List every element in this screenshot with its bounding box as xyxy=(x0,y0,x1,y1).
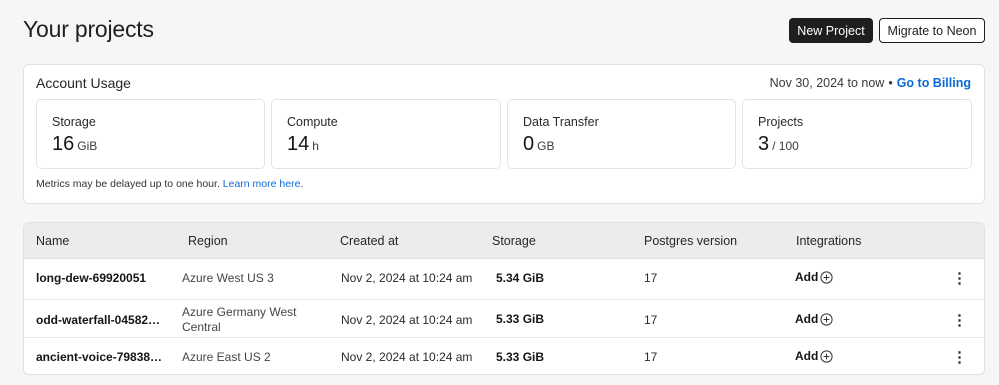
project-name-link[interactable]: odd-waterfall-04582… xyxy=(36,313,166,327)
metric-number: 16 xyxy=(52,133,75,155)
add-integration-label: Add xyxy=(795,312,819,326)
metric-number: 14 xyxy=(287,133,310,155)
new-project-button[interactable]: New Project xyxy=(789,18,873,43)
plus-circle-icon xyxy=(820,270,833,284)
add-integration-label: Add xyxy=(795,270,819,284)
project-storage: 5.34 GiB xyxy=(496,271,545,285)
metric-value: 3/ 100 xyxy=(758,133,799,156)
project-created-at: Nov 2, 2024 at 10:24 am xyxy=(341,350,473,364)
go-to-billing-link[interactable]: Go to Billing xyxy=(897,76,971,90)
metric-value: 14 h xyxy=(287,133,319,156)
column-header-storage[interactable]: Storage xyxy=(492,234,536,248)
metric-label: Storage xyxy=(52,115,96,129)
column-header-integrations[interactable]: Integrations xyxy=(796,234,861,248)
metric-unit: GB xyxy=(537,139,555,153)
metric-unit: GiB xyxy=(77,139,98,153)
metric-storage: Storage 16 GiB xyxy=(36,99,265,169)
usage-range-text: Nov 30, 2024 to now xyxy=(769,76,885,90)
metric-number: 3 xyxy=(758,133,770,155)
project-name-link[interactable]: long-dew-69920051 xyxy=(36,271,166,285)
add-integration-button[interactable]: Add xyxy=(795,349,833,363)
metric-label: Projects xyxy=(758,115,804,129)
project-created-at: Nov 2, 2024 at 10:24 am xyxy=(341,271,473,285)
metric-value: 0 GB xyxy=(523,133,554,156)
account-usage-title: Account Usage xyxy=(36,75,131,91)
add-integration-label: Add xyxy=(795,349,819,363)
metrics-delay-note: Metrics may be delayed up to one hour. L… xyxy=(36,178,303,190)
metric-projects: Projects 3/ 100 xyxy=(742,99,972,169)
plus-circle-icon xyxy=(820,312,833,326)
metric-unit: h xyxy=(312,139,319,153)
more-options-icon[interactable]: ⋮ xyxy=(952,348,967,366)
learn-more-link[interactable]: Learn more here. xyxy=(223,178,304,190)
table-header: Name Region Created at Storage Postgres … xyxy=(24,223,984,259)
project-created-at: Nov 2, 2024 at 10:24 am xyxy=(341,313,473,327)
metric-compute: Compute 14 h xyxy=(271,99,501,169)
column-header-name[interactable]: Name xyxy=(36,234,69,248)
table-row[interactable]: odd-waterfall-04582… Azure Germany West … xyxy=(24,299,984,339)
project-region: Azure East US 2 xyxy=(182,350,271,364)
add-integration-button[interactable]: Add xyxy=(795,312,833,326)
project-storage: 5.33 GiB xyxy=(496,312,545,326)
project-postgres-version: 17 xyxy=(644,271,658,285)
column-header-region[interactable]: Region xyxy=(188,234,228,248)
table-row[interactable]: ancient-voice-79838… Azure East US 2 Nov… xyxy=(24,337,984,374)
more-options-icon[interactable]: ⋮ xyxy=(952,269,967,287)
metric-number: 0 xyxy=(523,133,535,155)
project-region: Azure West US 3 xyxy=(182,271,274,285)
more-options-icon[interactable]: ⋮ xyxy=(952,311,967,329)
metric-value: 16 GiB xyxy=(52,133,97,156)
metric-unit: / 100 xyxy=(772,139,799,153)
table-row[interactable]: long-dew-69920051 Azure West US 3 Nov 2,… xyxy=(24,259,984,299)
project-postgres-version: 17 xyxy=(644,350,658,364)
metric-data-transfer: Data Transfer 0 GB xyxy=(507,99,736,169)
column-header-postgres-version[interactable]: Postgres version xyxy=(644,234,737,248)
metrics-note-text: Metrics may be delayed up to one hour. xyxy=(36,178,220,190)
account-usage-card: Account Usage Nov 30, 2024 to now • Go to … xyxy=(23,64,985,204)
metric-label: Compute xyxy=(287,115,338,129)
migrate-to-neon-button[interactable]: Migrate to Neon xyxy=(879,18,985,43)
project-postgres-version: 17 xyxy=(644,313,658,327)
bullet-separator: • xyxy=(888,76,893,90)
metric-label: Data Transfer xyxy=(523,115,599,129)
project-storage: 5.33 GiB xyxy=(496,350,545,364)
column-header-created-at[interactable]: Created at xyxy=(340,234,398,248)
page-title: Your projects xyxy=(23,16,154,42)
usage-date-range: Nov 30, 2024 to now • Go to Billing xyxy=(770,76,971,90)
projects-table: Name Region Created at Storage Postgres … xyxy=(23,222,985,375)
plus-circle-icon xyxy=(820,349,833,363)
project-region: Azure Germany West Central xyxy=(182,305,297,334)
add-integration-button[interactable]: Add xyxy=(795,270,833,284)
project-name-link[interactable]: ancient-voice-79838… xyxy=(36,350,166,364)
